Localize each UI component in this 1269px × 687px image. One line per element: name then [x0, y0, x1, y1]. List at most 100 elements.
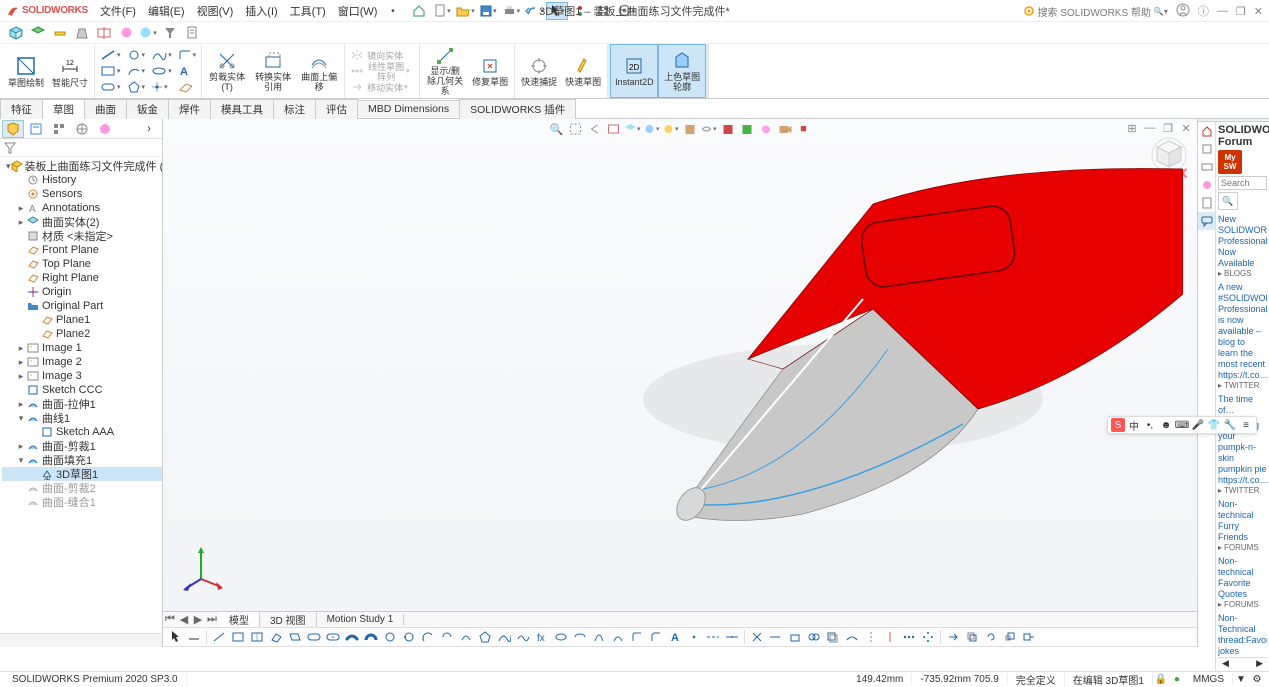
polygon-tool[interactable] [124, 79, 149, 95]
tree-node[interactable]: 曲面-剪裁2 [2, 481, 162, 495]
st-surfoffset-icon[interactable] [843, 629, 861, 645]
home-icon[interactable] [408, 2, 430, 20]
tp-tab-custom-icon[interactable] [1198, 194, 1215, 212]
window-minimize[interactable]: — [1217, 5, 1228, 17]
tp-scroll-left[interactable]: ◀ [1218, 658, 1233, 671]
tree-node[interactable]: ▸曲面实体(2) [2, 215, 162, 229]
menu-edit[interactable]: 编辑(E) [142, 3, 191, 19]
st-poly-icon[interactable] [476, 629, 494, 645]
window-close[interactable]: ✕ [1254, 5, 1263, 18]
st-pellipse-icon[interactable] [571, 629, 589, 645]
st-stretch-icon[interactable] [1020, 629, 1038, 645]
st-arcslot-icon[interactable] [362, 629, 380, 645]
forum-search-button[interactable]: 🔍 [1218, 192, 1238, 210]
st-3parc-icon[interactable] [457, 629, 475, 645]
st-circle-icon[interactable] [381, 629, 399, 645]
st-carc-icon[interactable] [419, 629, 437, 645]
mysw-badge[interactable]: MySW [1218, 150, 1242, 174]
tree-expand-icon[interactable]: › [138, 120, 160, 138]
st-trim-icon[interactable] [748, 629, 766, 645]
tree-node[interactable]: 3D3D草图1 [2, 467, 162, 481]
qa-cube-icon[interactable] [6, 24, 26, 42]
tab-surfaces[interactable]: 曲面 [84, 99, 127, 119]
st-point-icon[interactable] [685, 629, 703, 645]
qa-cube2-icon[interactable] [28, 24, 48, 42]
convert-button[interactable]: 转换实体引用 [250, 44, 296, 98]
st-select-icon[interactable] [166, 629, 184, 645]
st-3pt-rect-icon[interactable] [267, 629, 285, 645]
spline-tool[interactable] [148, 47, 175, 63]
tree-node[interactable]: Original Part [2, 299, 162, 313]
btab-prev[interactable]: ◀ [177, 613, 191, 626]
status-filter-icon[interactable]: ▼ [1233, 674, 1249, 685]
st-centerline-icon[interactable] [704, 629, 722, 645]
tree-node[interactable]: Front Plane [2, 243, 162, 257]
window-restore[interactable]: ❐ [1236, 5, 1246, 18]
tree-node[interactable]: History [2, 173, 162, 187]
btab-next[interactable]: ▶ [191, 613, 205, 626]
filter-icon[interactable] [4, 142, 16, 154]
tp-tab-forum-icon[interactable] [1198, 212, 1215, 230]
st-dim-icon[interactable] [185, 629, 203, 645]
circle-tool[interactable] [124, 47, 149, 63]
tree-tab-dimxpert-icon[interactable] [71, 120, 93, 138]
qa-measure-icon[interactable] [50, 24, 70, 42]
save-icon[interactable] [477, 2, 499, 20]
st-cslot-icon[interactable] [324, 629, 342, 645]
qa-appearance2-icon[interactable] [138, 24, 158, 42]
instant2d-button[interactable]: 2D Instant2D [610, 44, 658, 98]
st-slot-icon[interactable] [305, 629, 323, 645]
st-chamfer-icon[interactable] [647, 629, 665, 645]
st-tarc-icon[interactable] [438, 629, 456, 645]
st-parabola-icon[interactable] [590, 629, 608, 645]
tree-node[interactable]: ▸曲面-剪裁1 [2, 439, 162, 453]
trim-button[interactable]: 剪裁实体(T) [204, 44, 250, 98]
qa-appearance-icon[interactable] [116, 24, 136, 42]
tree-node[interactable]: Sensors [2, 187, 162, 201]
st-mirror2-icon[interactable] [862, 629, 880, 645]
st-rotate-icon[interactable] [982, 629, 1000, 645]
tp-tab-design-icon[interactable] [1198, 140, 1215, 158]
tab-evaluate[interactable]: 评估 [315, 99, 358, 119]
st-pcircle-icon[interactable] [400, 629, 418, 645]
forum-item[interactable]: The time of… [1218, 394, 1267, 416]
st-offset-icon[interactable] [824, 629, 842, 645]
tree-root[interactable]: ▾装板上曲面练习文件完成件 (Default<… [2, 159, 162, 173]
st-para-icon[interactable] [286, 629, 304, 645]
help-search[interactable]: 搜索 SOLIDWORKS 帮助 🔍▾ [1023, 4, 1168, 19]
btab-model[interactable]: 模型 [219, 612, 260, 627]
shaded-contour-button[interactable]: 上色草图轮廓 [658, 44, 706, 98]
tree-node[interactable]: 曲面-缝合1 [2, 495, 162, 509]
st-midline-icon[interactable] [723, 629, 741, 645]
status-lock-icon[interactable]: 🔒 [1153, 674, 1169, 685]
slot-tool[interactable] [97, 79, 124, 95]
menu-window[interactable]: 窗口(W) [332, 3, 384, 19]
tree-scrollbar[interactable] [0, 633, 162, 647]
btab-first[interactable]: ⏮ [163, 613, 177, 626]
ime-mic-icon[interactable]: 🎤 [1191, 418, 1205, 432]
open-icon[interactable] [454, 2, 476, 20]
menu-insert[interactable]: 插入(I) [239, 3, 283, 19]
st-spline2-icon[interactable] [514, 629, 532, 645]
point-tool[interactable] [148, 79, 175, 95]
btab-last[interactable]: ⏭ [205, 613, 219, 626]
rapid-sketch-button[interactable]: 快速草图 [561, 44, 605, 98]
ime-punct-icon[interactable]: •, [1143, 418, 1157, 432]
tree-node[interactable]: Right Plane [2, 271, 162, 285]
st-scale-icon[interactable] [1001, 629, 1019, 645]
quick-snap-button[interactable]: 快速捕捉 [517, 44, 561, 98]
st-dynmirror-icon[interactable] [881, 629, 899, 645]
ellipse-tool[interactable] [148, 63, 175, 79]
tree-node[interactable]: Sketch CCC [2, 383, 162, 397]
info-icon[interactable]: ⓘ [1198, 3, 1209, 19]
st-spline-icon[interactable] [495, 629, 513, 645]
relations-button[interactable]: 显示/删除几何关系 [422, 44, 468, 98]
ime-emoji-icon[interactable]: ☻ [1159, 418, 1173, 432]
tree-node[interactable]: Plane1 [2, 313, 162, 327]
forum-item[interactable]: A new #SOLIDWORKS Professional is now av… [1218, 282, 1267, 381]
st-3pslot-icon[interactable] [343, 629, 361, 645]
st-corner-rect-icon[interactable] [229, 629, 247, 645]
line-tool[interactable] [97, 47, 124, 63]
ime-lang[interactable]: 中 [1127, 418, 1141, 432]
forum-search-input[interactable] [1218, 176, 1267, 190]
